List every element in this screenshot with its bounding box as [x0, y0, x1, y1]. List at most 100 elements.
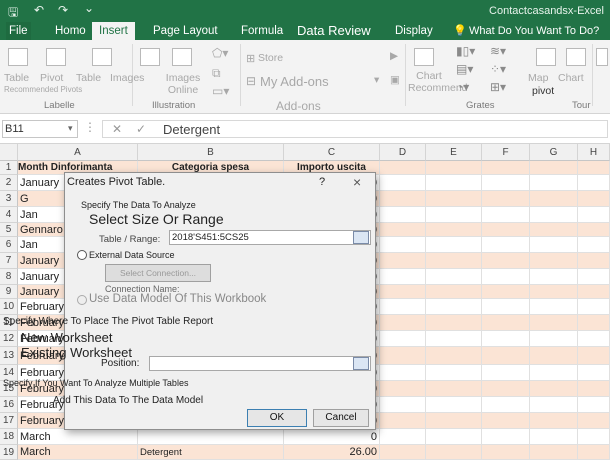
- cell[interactable]: [578, 207, 610, 223]
- column-header-e[interactable]: E: [426, 144, 482, 161]
- cell[interactable]: [482, 429, 530, 445]
- cell[interactable]: [482, 445, 530, 460]
- position-input[interactable]: [149, 356, 371, 371]
- redo-icon[interactable]: ↷: [58, 3, 68, 17]
- row-header[interactable]: 5: [0, 223, 18, 237]
- select-all-corner[interactable]: [0, 144, 18, 161]
- cell[interactable]: [482, 365, 530, 381]
- cell[interactable]: [578, 285, 610, 299]
- people-icon[interactable]: ▣: [390, 74, 400, 86]
- range-picker-icon[interactable]: [353, 357, 369, 370]
- cell[interactable]: [426, 223, 482, 237]
- cell[interactable]: [426, 331, 482, 347]
- cell[interactable]: [578, 445, 610, 460]
- cell[interactable]: [578, 237, 610, 253]
- cell[interactable]: Detergent: [138, 445, 284, 460]
- cell[interactable]: [426, 299, 482, 315]
- ok-button[interactable]: OK: [247, 409, 307, 427]
- cell[interactable]: [530, 381, 578, 397]
- map-icon[interactable]: [536, 48, 556, 66]
- cell[interactable]: [530, 445, 578, 460]
- tab-formula[interactable]: Formula: [238, 22, 286, 40]
- cell[interactable]: [578, 413, 610, 429]
- select-range-radio-label[interactable]: Select Size Or Range: [89, 211, 224, 227]
- store-icon[interactable]: ⊞: [246, 52, 255, 65]
- column-chart-icon[interactable]: ▮▯▾: [456, 44, 475, 58]
- pivot-table-icon[interactable]: [46, 48, 66, 66]
- cell[interactable]: [482, 347, 530, 365]
- cell[interactable]: [482, 237, 530, 253]
- cancel-button[interactable]: Cancel: [313, 409, 369, 427]
- row-header[interactable]: 9: [0, 285, 18, 299]
- cell[interactable]: [530, 347, 578, 365]
- bar-chart-icon[interactable]: ▤▾: [456, 62, 473, 76]
- chevron-down-icon[interactable]: ▾: [68, 123, 73, 134]
- use-data-model-radio[interactable]: [77, 295, 87, 305]
- formula-input[interactable]: Detergent: [102, 120, 608, 138]
- cell[interactable]: [426, 413, 482, 429]
- cell[interactable]: [578, 331, 610, 347]
- store-button[interactable]: Store: [258, 52, 283, 64]
- cell[interactable]: [426, 207, 482, 223]
- range-picker-icon[interactable]: [353, 231, 369, 244]
- cell[interactable]: [578, 299, 610, 315]
- tell-me-box[interactable]: What Do You Want To Do?: [466, 22, 602, 40]
- cell[interactable]: [530, 331, 578, 347]
- cell[interactable]: [578, 161, 610, 175]
- cancel-icon[interactable]: ✕: [112, 122, 122, 136]
- cell[interactable]: [380, 223, 426, 237]
- cell[interactable]: [578, 397, 610, 413]
- cell[interactable]: [380, 207, 426, 223]
- row-header[interactable]: 4: [0, 207, 18, 223]
- cell[interactable]: [530, 269, 578, 285]
- bing-icon[interactable]: ▶: [390, 50, 398, 62]
- cell[interactable]: 26.00: [284, 445, 380, 460]
- tab-display[interactable]: Display: [392, 22, 436, 40]
- cell[interactable]: [380, 175, 426, 191]
- cell[interactable]: [530, 285, 578, 299]
- cell[interactable]: [426, 285, 482, 299]
- cell[interactable]: [426, 269, 482, 285]
- my-addins-icon[interactable]: ⊟: [246, 74, 256, 88]
- recommended-pivot-icon[interactable]: [92, 48, 112, 66]
- cell[interactable]: [426, 347, 482, 365]
- column-header-c[interactable]: C: [284, 144, 380, 161]
- cell[interactable]: [380, 285, 426, 299]
- column-header-a[interactable]: A: [18, 144, 138, 161]
- cell[interactable]: [530, 223, 578, 237]
- cell[interactable]: [380, 191, 426, 207]
- cell[interactable]: [578, 347, 610, 365]
- cell[interactable]: [578, 175, 610, 191]
- cell[interactable]: [426, 161, 482, 175]
- cell[interactable]: [426, 253, 482, 269]
- shapes-icon[interactable]: ⬠▾: [212, 46, 228, 60]
- cell[interactable]: [426, 445, 482, 460]
- cell[interactable]: [426, 429, 482, 445]
- pivot-chart-icon[interactable]: [566, 48, 586, 66]
- row-header[interactable]: 17: [0, 413, 18, 429]
- cell[interactable]: [578, 429, 610, 445]
- cell[interactable]: [380, 299, 426, 315]
- screenshot-icon[interactable]: ▭▾: [212, 84, 229, 98]
- column-header-d[interactable]: D: [380, 144, 426, 161]
- cell[interactable]: [380, 445, 426, 460]
- row-header[interactable]: 1: [0, 161, 18, 175]
- tab-insert[interactable]: Insert: [92, 22, 135, 41]
- cell[interactable]: March: [18, 429, 138, 445]
- customize-icon[interactable]: ⌄: [84, 1, 94, 15]
- tour-icon[interactable]: [596, 48, 608, 66]
- cell[interactable]: [380, 237, 426, 253]
- cell[interactable]: [426, 237, 482, 253]
- cell[interactable]: [530, 413, 578, 429]
- other-chart-icon[interactable]: ⊞▾: [490, 80, 506, 94]
- table-range-input[interactable]: 2018'S451:5CS25: [169, 230, 371, 245]
- column-header-h[interactable]: H: [578, 144, 610, 161]
- images-icon[interactable]: [140, 48, 160, 66]
- cell[interactable]: [482, 331, 530, 347]
- scatter-chart-icon[interactable]: ⁘▾: [490, 62, 506, 76]
- row-header[interactable]: 10: [0, 299, 18, 315]
- cell[interactable]: [426, 365, 482, 381]
- column-header-b[interactable]: B: [138, 144, 284, 161]
- select-connection-button[interactable]: Select Connection...: [105, 264, 211, 282]
- cell[interactable]: [482, 397, 530, 413]
